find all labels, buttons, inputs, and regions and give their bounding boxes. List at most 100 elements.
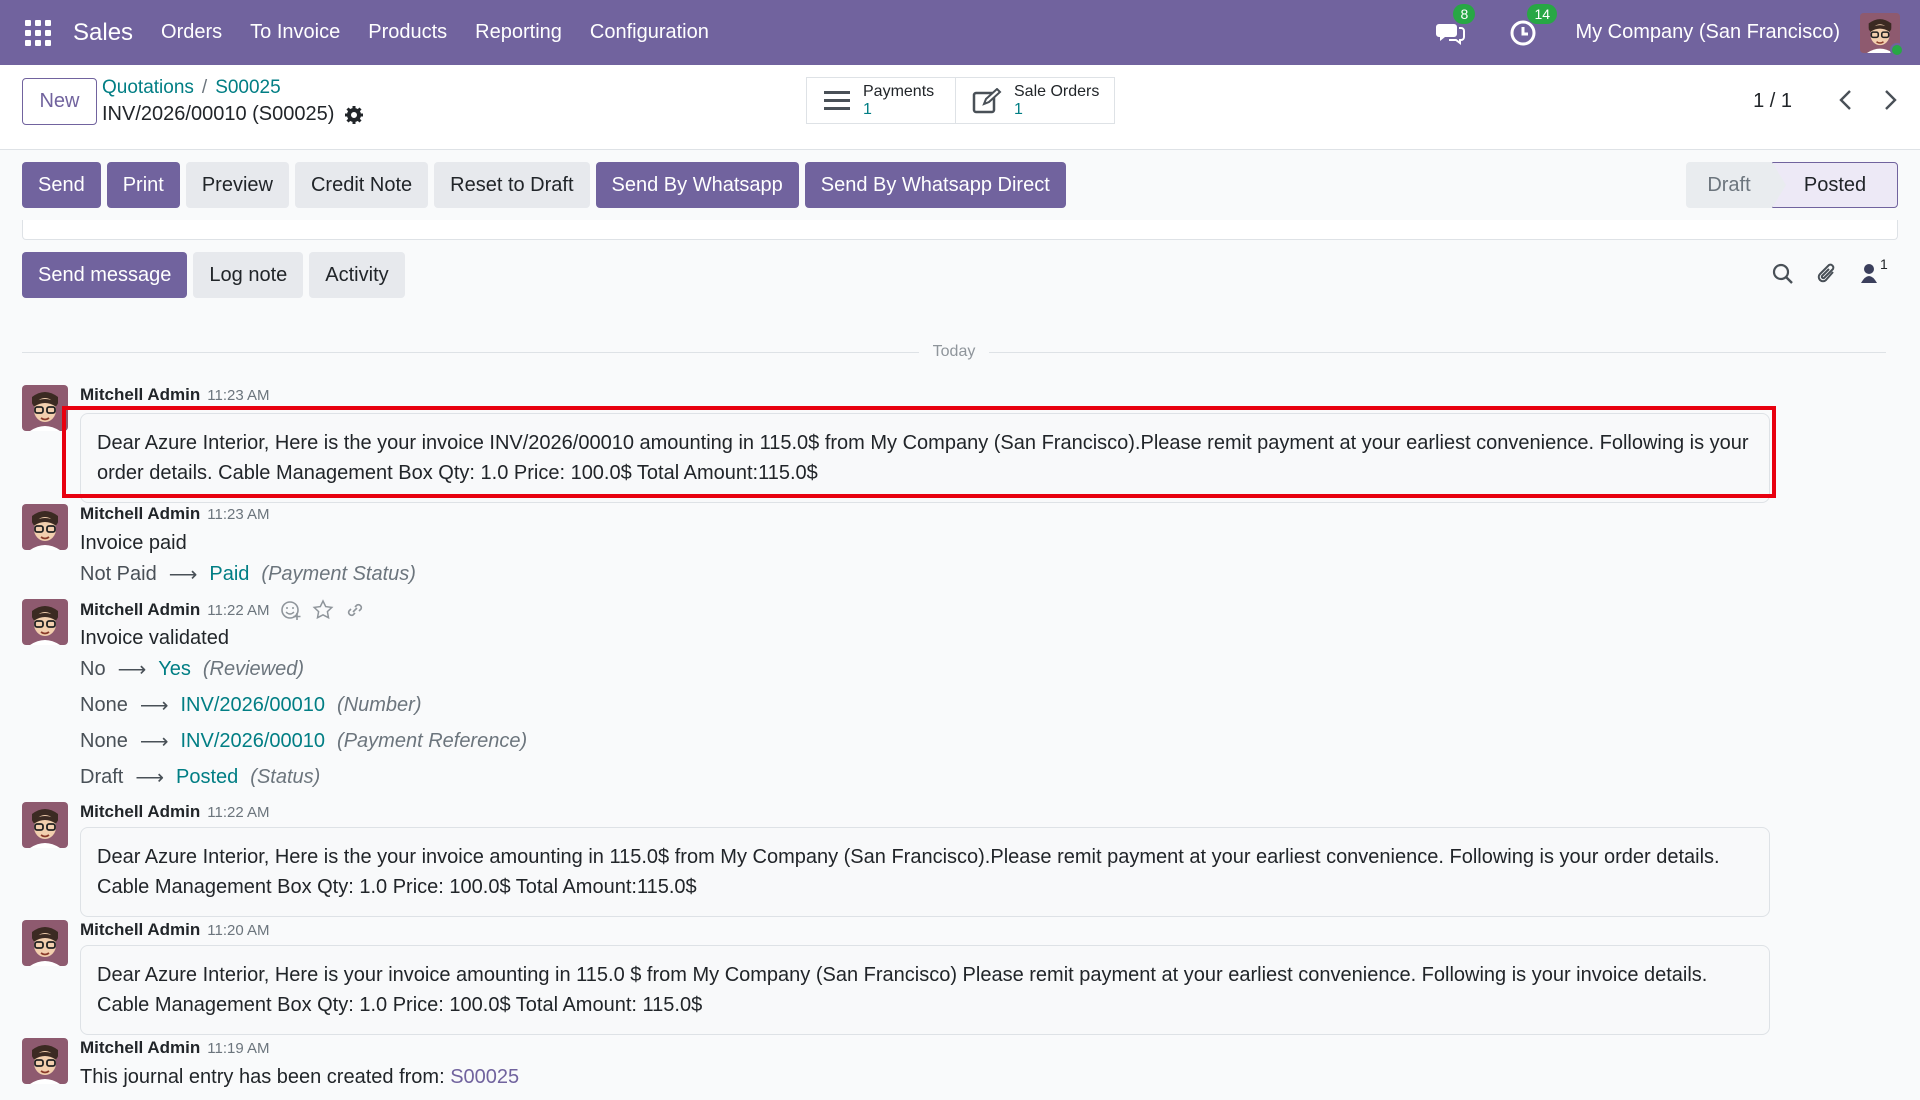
company-switcher[interactable]: My Company (San Francisco) (1575, 21, 1840, 44)
tracking-new-value: Paid (209, 563, 250, 585)
reset-to-draft-button[interactable]: Reset to Draft (434, 162, 590, 208)
message-body-text: This journal entry has been created from… (80, 1066, 445, 1088)
breadcrumb-order[interactable]: S00025 (215, 77, 281, 98)
send-button[interactable]: Send (22, 162, 101, 208)
chevron-right-icon (1885, 90, 1897, 110)
author-avatar[interactable] (22, 802, 68, 848)
author-avatar[interactable] (22, 920, 68, 966)
chatter-message: Mitchell Admin 11:22 AM Invoice validated… (22, 599, 1772, 799)
activity-menu[interactable]: 14 (1509, 3, 1558, 48)
message-author[interactable]: Mitchell Admin (80, 385, 200, 405)
menu-orders[interactable]: Orders (161, 21, 222, 44)
date-separator: Today (22, 340, 1887, 364)
control-panel: New Quotations / S00025 INV/2026/00010 (S0… (0, 65, 1920, 150)
sale-orders-count: 1 (1014, 100, 1023, 118)
message-author[interactable]: Mitchell Admin (80, 802, 200, 822)
send-message-button[interactable]: Send message (22, 252, 188, 298)
message-time: 11:20 AM (207, 921, 270, 939)
message-time: 11:23 AM (207, 505, 270, 523)
message-body: Invoice paid (80, 532, 187, 554)
tracking-value: None ⟶ INV/2026/00010 (Payment Reference) (80, 730, 528, 753)
message-time: 11:23 AM (207, 386, 270, 404)
payments-count: 1 (863, 100, 872, 118)
form-sheet-edge (22, 220, 1898, 240)
tracking-new-value: Yes (158, 658, 191, 680)
pager-previous-button[interactable] (1834, 87, 1858, 113)
chatter-tools: 1 (1772, 256, 1888, 286)
menu-products[interactable]: Products (368, 21, 447, 44)
record-title: INV/2026/00010 (S00025) (102, 103, 335, 125)
message-author[interactable]: Mitchell Admin (80, 600, 200, 620)
preview-button[interactable]: Preview (185, 162, 289, 208)
link-icon[interactable] (344, 599, 366, 621)
menu-to-invoice[interactable]: To Invoice (250, 21, 340, 44)
tracking-field: (Reviewed) (202, 658, 305, 680)
sale-orders-label: Sale Orders (1014, 82, 1100, 100)
star-icon[interactable] (312, 599, 334, 621)
credit-note-button[interactable]: Credit Note (294, 162, 429, 208)
record-title-row: INV/2026/00010 (S00025) (102, 103, 364, 126)
sale-orders-smart-button[interactable]: Sale Orders 1 (955, 77, 1115, 124)
message-body: This journal entry has been created from… (80, 1066, 519, 1089)
messages-badge: 8 (1453, 3, 1476, 24)
message-body: Dear Azure Interior, Here is the your in… (80, 827, 1770, 917)
tracking-old-value: Draft (80, 766, 124, 788)
apps-menu-icon[interactable] (25, 19, 51, 46)
tracking-new-value: Posted (176, 766, 239, 788)
tracking-value: Not Paid ⟶ Paid (Payment Status) (80, 563, 416, 586)
followers-button[interactable]: 1 (1860, 256, 1888, 286)
app-brand[interactable]: Sales (73, 19, 133, 47)
chatter-message: Mitchell Admin 11:19 AM This journal entr… (22, 1038, 1772, 1098)
payments-smart-button[interactable]: Payments 1 (806, 77, 956, 124)
menu-configuration[interactable]: Configuration (590, 21, 709, 44)
user-avatar[interactable] (1860, 12, 1904, 57)
gear-icon[interactable] (344, 105, 364, 125)
stage-posted[interactable]: Posted (1772, 162, 1898, 208)
tracking-value: None ⟶ INV/2026/00010 (Number) (80, 694, 422, 717)
message-body: Dear Azure Interior, Here is your invoic… (80, 945, 1770, 1035)
pager-next-button[interactable] (1878, 87, 1902, 113)
activity-button[interactable]: Activity (309, 252, 405, 298)
tracking-value: No ⟶ Yes (Reviewed) (80, 658, 305, 681)
search-icon[interactable] (1772, 263, 1794, 285)
chevron-left-icon (1839, 90, 1851, 110)
author-avatar[interactable] (22, 599, 68, 645)
tracking-old-value: None (80, 694, 128, 716)
author-avatar[interactable] (22, 504, 68, 550)
source-order-link[interactable]: S00025 (450, 1066, 519, 1088)
message-author[interactable]: Mitchell Admin (80, 504, 200, 524)
status-bar: Draft Posted (1686, 162, 1898, 208)
highlight-box (62, 406, 1776, 498)
menu-reporting[interactable]: Reporting (475, 21, 562, 44)
message-time: 11:22 AM (207, 803, 270, 821)
form-action-buttons: Send Print Preview Credit Note Reset to … (22, 162, 1066, 208)
messaging-menu[interactable]: 8 (1435, 3, 1476, 48)
message-author[interactable]: Mitchell Admin (80, 920, 200, 940)
author-avatar[interactable] (22, 1038, 68, 1084)
new-button[interactable]: New (22, 78, 97, 125)
followers-count: 1 (1880, 256, 1888, 272)
send-by-whatsapp-direct-button[interactable]: Send By Whatsapp Direct (804, 162, 1066, 208)
send-by-whatsapp-button[interactable]: Send By Whatsapp (595, 162, 799, 208)
navbar-systray: 8 14 My Company (San Francisco) (1435, 0, 1920, 65)
pager-value[interactable]: 1 / 1 (1753, 90, 1792, 113)
chatter-actions: Send message Log note Activity (22, 252, 405, 298)
tracking-field: (Status) (250, 766, 321, 788)
chatter-message: Mitchell Admin 11:23 AM Invoice paid Not … (22, 504, 1772, 590)
online-status-icon (1890, 42, 1904, 57)
edit-icon (972, 87, 1002, 113)
activities-badge: 14 (1527, 3, 1558, 24)
user-icon (1861, 264, 1877, 283)
breadcrumb-quotations[interactable]: Quotations (102, 77, 194, 98)
paperclip-icon[interactable] (1816, 262, 1838, 286)
tracking-field: (Number) (337, 694, 422, 716)
top-navbar: Sales Orders To Invoice Products Reporti… (0, 0, 1920, 65)
message-author[interactable]: Mitchell Admin (80, 1038, 200, 1058)
log-note-button[interactable]: Log note (193, 252, 304, 298)
tracking-field: (Payment Reference) (337, 730, 528, 752)
tracking-old-value: Not Paid (80, 563, 157, 585)
add-reaction-icon[interactable] (280, 599, 302, 621)
stage-draft[interactable]: Draft (1686, 162, 1772, 208)
message-body: Invoice validated (80, 627, 229, 649)
print-button[interactable]: Print (106, 162, 180, 208)
